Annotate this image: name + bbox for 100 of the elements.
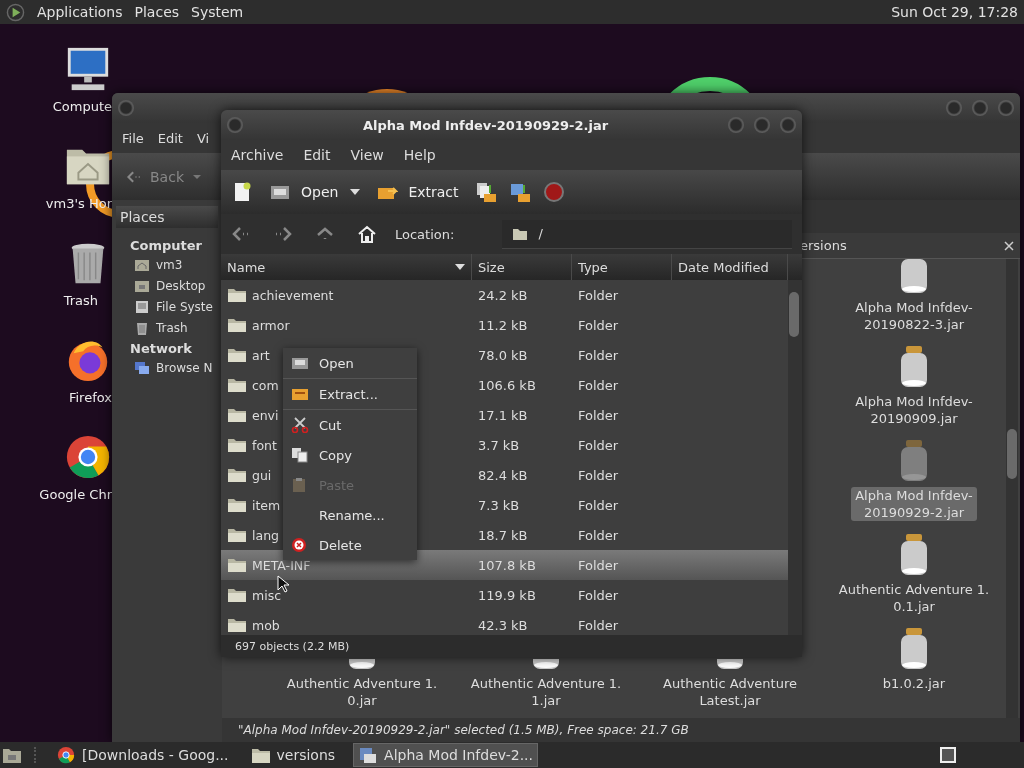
folder-icon: [227, 407, 247, 423]
add-folder-icon[interactable]: [508, 181, 531, 203]
file-label[interactable]: Authentic Adventure 1. 0.1.jar: [834, 581, 994, 615]
chrome-icon[interactable]: [64, 433, 112, 481]
home-icon[interactable]: [357, 225, 377, 243]
table-cell-text: Folder: [577, 377, 620, 393]
table-cell-text: 78.0 kB: [477, 347, 529, 363]
file-name: gui: [252, 467, 272, 483]
status-text: "Alpha Mod Infdev-20190929-2.jar" selected (1.5 MB), Free space: 21.7 GB: [222, 718, 1020, 742]
panel-menu[interactable]: System: [191, 4, 244, 20]
network-icon: [134, 360, 150, 376]
file-name: achievement: [252, 287, 334, 303]
sidebar-item[interactable]: Trash: [156, 321, 188, 335]
menu-item[interactable]: Help: [403, 147, 436, 163]
menu-item[interactable]: Vi: [196, 130, 210, 146]
folder-icon: [227, 557, 247, 573]
sidebar-item[interactable]: Desktop: [156, 279, 206, 293]
table-cell-text: Folder: [577, 467, 620, 483]
file-name: armor: [252, 317, 290, 333]
folder-icon: [227, 587, 247, 603]
taskbar-button[interactable]: Alpha Mod Infdev-2...: [353, 743, 538, 767]
table-cell-text: Folder: [577, 347, 620, 363]
desktop-icon-label[interactable]: Google Chr: [39, 487, 112, 502]
table-cell-text: Folder: [577, 617, 620, 633]
table-cell-text: Folder: [577, 437, 620, 453]
file-name: art: [252, 347, 270, 363]
table-cell-text: 107.8 kB: [477, 557, 537, 573]
show-desktop-icon[interactable]: [2, 746, 22, 764]
location-field[interactable]: /: [502, 219, 792, 249]
folder-icon: [227, 377, 247, 393]
taskbar-button[interactable]: versions: [246, 743, 340, 767]
play-logo-icon[interactable]: [6, 2, 25, 22]
table-cell-text: Folder: [577, 287, 620, 303]
panel-menu[interactable]: Applications: [37, 4, 123, 20]
file-label[interactable]: Authentic Adventure 1. 0.jar: [282, 675, 442, 709]
table-cell-text: 106.6 kB: [477, 377, 537, 393]
menu-item[interactable]: Open: [283, 348, 417, 378]
pane-title: ersions: [800, 238, 847, 253]
scrollbar[interactable]: [788, 280, 802, 635]
file-name: misc: [252, 587, 282, 603]
dropdown-caret-icon[interactable]: [350, 189, 361, 195]
menu-item[interactable]: File: [122, 130, 144, 146]
back-arrow-icon[interactable]: [231, 225, 251, 243]
file-label[interactable]: b1.0.2.jar: [878, 675, 950, 692]
folder-icon: [227, 467, 247, 483]
back-arrow-icon: [126, 168, 142, 185]
folder-icon: [227, 317, 247, 333]
places-dropdown[interactable]: Places: [116, 206, 218, 228]
menu-item[interactable]: Cut: [283, 410, 417, 440]
sidebar-heading: Network: [129, 340, 193, 358]
folder-icon: [227, 347, 247, 363]
file-label[interactable]: Alpha Mod Infdev- 20190822-3.jar: [851, 299, 977, 333]
table-cell-text: 11.2 kB: [477, 317, 529, 333]
scissors-icon: [291, 417, 309, 433]
taskbar-button[interactable]: [Downloads - Goog...: [52, 743, 233, 767]
window-title: Alpha Mod Infdev-20190929-2.jar: [361, 117, 610, 133]
archive-icon: [358, 746, 379, 764]
panel-menu[interactable]: Places: [134, 4, 180, 20]
selected-row[interactable]: META-INF 107.8 kB Folder: [221, 550, 788, 580]
caret-icon: [192, 173, 202, 180]
menu-item[interactable]: View: [350, 147, 384, 163]
file-name: lang: [252, 527, 279, 543]
sidebar-item[interactable]: vm3: [156, 258, 183, 272]
open-button[interactable]: Open: [265, 181, 343, 203]
file-label[interactable]: Alpha Mod Infdev- 20190929-2.jar: [851, 487, 977, 521]
desktop-icon-label[interactable]: Compute: [52, 99, 112, 114]
table-cell-text: 42.3 kB: [477, 617, 529, 633]
forward-arrow-icon[interactable]: [273, 225, 293, 243]
menu-item[interactable]: Extract...: [283, 379, 417, 409]
table-cell-text: 82.4 kB: [477, 467, 529, 483]
sidebar-item[interactable]: File Syste: [156, 300, 213, 314]
scrollbar[interactable]: [1006, 259, 1018, 718]
menu-item[interactable]: Copy: [283, 440, 417, 470]
copy-icon: [291, 447, 309, 463]
file-label[interactable]: Authentic Adventure Latest.jar: [659, 675, 801, 709]
table-cell-text: 3.7 kB: [477, 437, 521, 453]
extract-button[interactable]: Extract: [372, 181, 463, 203]
menu-item[interactable]: Rename...: [283, 500, 417, 530]
folder-icon: [227, 287, 247, 303]
clock[interactable]: Sun Oct 29, 17:28: [891, 4, 1018, 20]
desktop-icon-label[interactable]: Firefox: [68, 390, 112, 405]
sidebar-item[interactable]: Browse N: [156, 361, 213, 375]
file-label[interactable]: Alpha Mod Infdev- 20190909.jar: [851, 393, 977, 427]
menu-item[interactable]: Archive: [231, 147, 284, 163]
file-name: META-INF: [252, 557, 311, 573]
table-cell-text: Folder: [577, 497, 620, 513]
file-name: com: [252, 377, 279, 393]
drive-icon: [134, 299, 150, 315]
workspace-icon[interactable]: [938, 745, 958, 765]
trash-icon: [134, 320, 150, 336]
menu-item[interactable]: Edit: [157, 130, 183, 146]
close-icon[interactable]: [1004, 240, 1014, 251]
drive-icon: [291, 355, 309, 371]
file-label[interactable]: Authentic Adventure 1. 1.jar: [466, 675, 626, 709]
menu-item[interactable]: Edit: [303, 147, 331, 163]
desktop-icon-label[interactable]: Trash: [63, 293, 112, 308]
stop-icon[interactable]: [542, 181, 565, 203]
table-cell-text: 18.7 kB: [477, 527, 529, 543]
add-files-icon[interactable]: [474, 181, 497, 203]
table-cell-text: 119.9 kB: [477, 587, 537, 603]
